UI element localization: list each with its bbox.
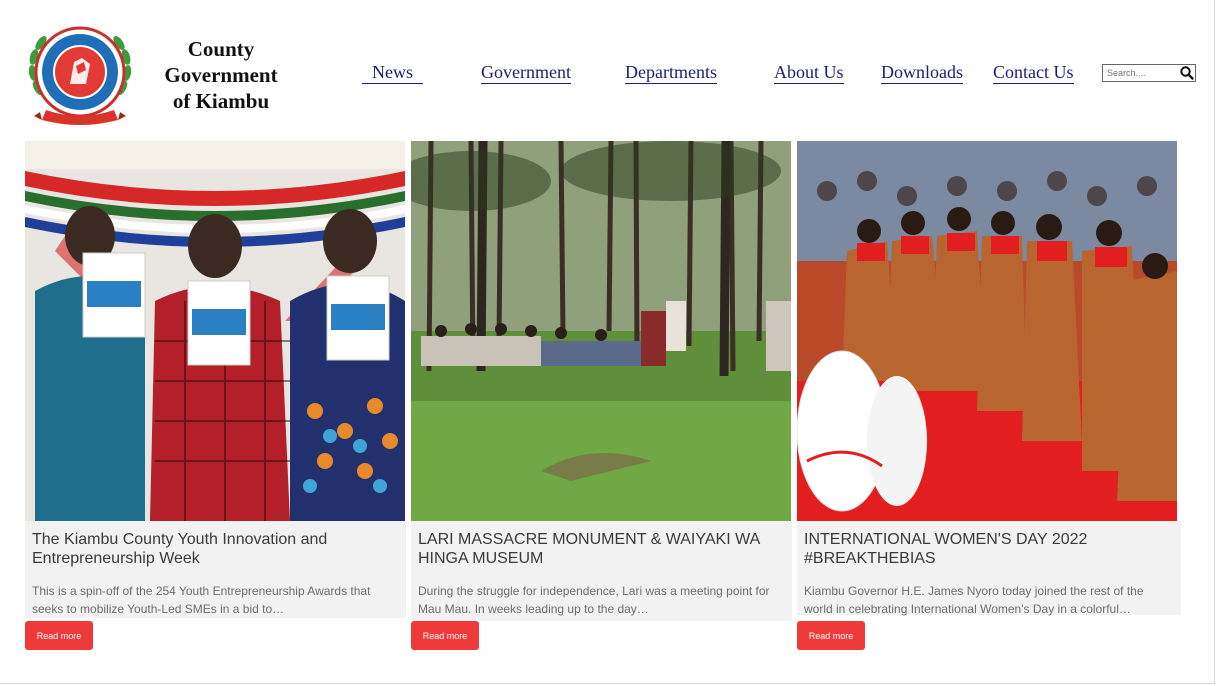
news-card-excerpt: During the struggle for independence, La… — [418, 584, 770, 616]
news-card-title[interactable]: LARI MASSACRE MONUMENT & WAIYAKI WA HING… — [418, 530, 785, 568]
news-card-body: LARI MASSACRE MONUMENT & WAIYAKI WA HING… — [411, 521, 792, 621]
nav-news[interactable]: News — [362, 62, 423, 84]
news-card-body: INTERNATIONAL WOMEN'S DAY 2022 #BREAKTHE… — [797, 521, 1181, 616]
nav-departments[interactable]: Departments — [625, 62, 717, 84]
nav-downloads[interactable]: Downloads — [881, 62, 963, 84]
nav-about-us[interactable]: About Us — [774, 62, 844, 84]
photo-womens-day-dancers[interactable] — [797, 141, 1177, 521]
search-box — [1102, 64, 1196, 82]
brand-line-1: County — [187, 37, 255, 61]
brand-line-2: Government — [164, 63, 278, 87]
read-more-button[interactable]: Read more — [797, 621, 865, 650]
county-seal-icon[interactable] — [24, 18, 136, 128]
brand-line-3: of Kiambu — [172, 89, 270, 113]
search-input[interactable] — [1103, 66, 1177, 80]
search-icon[interactable] — [1179, 65, 1195, 81]
news-card-excerpt: Kiambu Governor H.E. James Nyoro today j… — [804, 584, 1144, 616]
news-card-excerpt: This is a spin-off of the 254 Youth Entr… — [32, 584, 371, 616]
nav-contact-us[interactable]: Contact Us — [993, 62, 1074, 84]
read-more-button[interactable]: Read more — [411, 621, 479, 650]
photo-officials-holding-directory[interactable] — [25, 141, 405, 521]
nav-government[interactable]: Government — [481, 62, 571, 84]
photo-forest-gathering[interactable] — [411, 141, 791, 521]
brand-name[interactable]: County Government of Kiambu — [150, 36, 292, 114]
news-card-body: The Kiambu County Youth Innovation and E… — [25, 521, 406, 618]
read-more-button[interactable]: Read more — [25, 621, 93, 650]
news-card-title[interactable]: The Kiambu County Youth Innovation and E… — [32, 530, 399, 568]
news-card-title[interactable]: INTERNATIONAL WOMEN'S DAY 2022 #BREAKTHE… — [804, 530, 1174, 568]
